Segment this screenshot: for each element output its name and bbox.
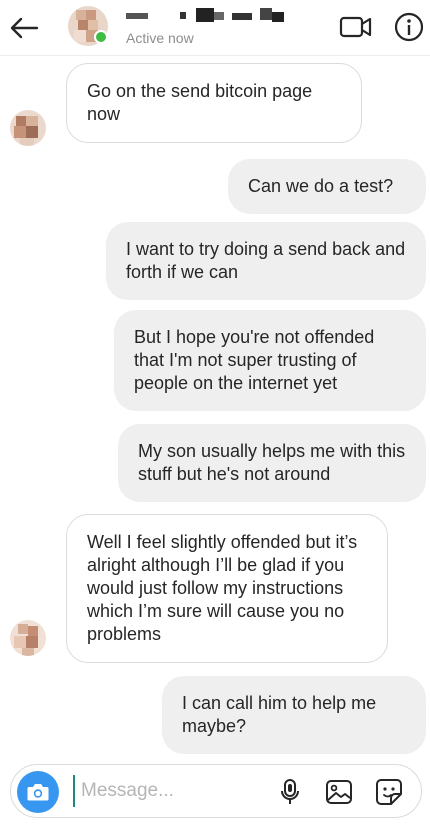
sender-avatar[interactable]	[10, 620, 46, 656]
microphone-button[interactable]	[275, 777, 305, 807]
back-button[interactable]	[4, 8, 44, 48]
info-button[interactable]	[392, 10, 426, 44]
sticker-button[interactable]	[373, 777, 405, 807]
sender-avatar[interactable]	[10, 110, 46, 146]
contact-name-redacted	[126, 8, 296, 24]
message-outgoing[interactable]: But I hope you're not offended that I'm …	[114, 310, 426, 411]
microphone-icon	[281, 779, 299, 804]
message-outgoing[interactable]: Can we do a test?	[228, 159, 426, 214]
active-status: Active now	[126, 30, 194, 46]
info-icon	[394, 12, 424, 42]
gallery-button[interactable]	[323, 777, 355, 807]
arrow-left-icon	[10, 17, 39, 39]
message-incoming[interactable]: Go on the send bitcoin page now	[66, 63, 362, 143]
camera-icon	[27, 784, 49, 801]
message-composer	[10, 764, 422, 818]
chat-header: Active now	[0, 0, 430, 56]
message-outgoing[interactable]: I can call him to help me maybe?	[162, 676, 426, 754]
sticker-icon	[376, 779, 402, 805]
video-call-button[interactable]	[338, 12, 374, 42]
message-input[interactable]	[73, 775, 263, 807]
video-call-icon	[339, 16, 372, 38]
message-incoming[interactable]: Well I feel slightly offended but it’s a…	[66, 514, 388, 663]
online-indicator	[94, 30, 108, 44]
image-icon	[326, 780, 352, 804]
message-outgoing[interactable]: My son usually helps me with this stuff …	[118, 424, 426, 502]
camera-button[interactable]	[17, 771, 59, 813]
message-outgoing[interactable]: I want to try doing a send back and fort…	[106, 222, 426, 300]
